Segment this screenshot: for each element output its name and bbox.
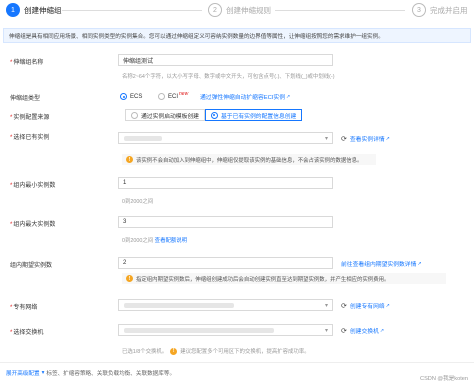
step-2-number: 2 (208, 3, 222, 17)
vpc-select[interactable]: ▾ (118, 299, 333, 311)
step-1-label: 创建伸缩组 (24, 5, 62, 15)
source-template-option[interactable]: 通过实例启动模板创建 (125, 109, 205, 121)
group-name-help: 名称2~64个字符，以大小写字母、数字或中文开头，可包含点号(.)、下划线(_)… (122, 74, 335, 80)
source-existing-instance-option[interactable]: 基于已有实例的配置信息创建 (204, 109, 303, 121)
max-instances-label: *组内最大实例数 (10, 222, 56, 228)
desired-instances-details-link[interactable]: 前往查看组内期望实例数详情 ↗ (341, 259, 422, 269)
external-link-icon: ↗ (417, 260, 422, 267)
required-mark: * (10, 60, 13, 66)
advanced-config-toggle[interactable]: 展开高级配置 ▾ 标签、扩缩容策略、关联负载均衡、关联数据库等。 (6, 369, 175, 377)
eci-autoscale-link[interactable]: 通过弹性伸缩自动扩缩容ECI实例 ↗ (200, 92, 291, 102)
steps-bar: 1 创建伸缩组 2 创建伸缩规则 3 完成并启用 (0, 0, 474, 22)
group-type-ecs-radio[interactable]: ECS (120, 93, 142, 100)
required-mark: * (10, 115, 13, 121)
required-mark: * (10, 222, 13, 228)
quota-info-link[interactable]: 查看配额说明 (155, 238, 187, 244)
min-instances-label: *组内最小实例数 (10, 183, 56, 189)
instance-source-segment: 通过实例启动模板创建 基于已有实例的配置信息创建 (125, 109, 303, 121)
external-link-icon: ↗ (385, 302, 390, 309)
step-3-label: 完成并启用 (430, 5, 468, 15)
refresh-icon[interactable]: ⟳ (341, 327, 347, 335)
chevron-down-icon: ▾ (41, 370, 45, 376)
group-name-input[interactable]: 伸缩组测试 (118, 54, 333, 66)
required-mark: * (10, 330, 13, 336)
radio-unselected-icon (158, 93, 165, 100)
step-1: 1 创建伸缩组 (6, 3, 62, 17)
warning-icon: ! (126, 156, 133, 163)
redacted-value (124, 327, 274, 333)
max-instances-help: 0到2000之间 查看配额说明 (122, 238, 188, 244)
vswitch-select[interactable]: ▾ (118, 324, 333, 336)
min-instances-help: 0到2000之间 (122, 199, 154, 205)
required-mark: * (10, 183, 13, 189)
redacted-value (124, 135, 162, 141)
view-instance-details-link[interactable]: ⟳ 查看实例详情 ↗ (341, 134, 390, 144)
existing-instance-select[interactable]: ▾ (118, 132, 333, 144)
external-link-icon: ↗ (385, 135, 390, 142)
desired-instances-input[interactable]: 2 (118, 257, 333, 269)
group-type-eci-radio[interactable]: ECI new (158, 90, 189, 100)
redacted-value (124, 302, 234, 308)
max-instances-input[interactable]: 3 (118, 216, 333, 228)
advanced-config-desc: 标签、扩缩容策略、关联负载均衡、关联数据库等。 (46, 371, 176, 377)
vpc-label: *专有网络 (10, 305, 38, 311)
required-mark: * (10, 135, 13, 141)
step-3: 3 完成并启用 (412, 3, 468, 17)
watermark: CSDN @我是koten (420, 376, 468, 382)
required-mark: * (10, 305, 13, 311)
step-3-number: 3 (412, 3, 426, 17)
radio-unselected-icon (131, 111, 138, 119)
step-connector (275, 10, 405, 11)
group-type-label: 伸缩组类型 (10, 96, 41, 102)
vswitch-help: 已选1/8个交换机。 ! 建议您配置多个可用区下的交换机，提高扩容成功率。 (122, 347, 310, 355)
desired-instances-label: 组内期望实例数 (10, 263, 53, 269)
min-instances-input[interactable]: 1 (118, 177, 333, 189)
refresh-icon[interactable]: ⟳ (341, 302, 347, 310)
step-connector (62, 10, 202, 11)
external-link-icon: ↗ (286, 93, 291, 100)
step-2-label: 创建伸缩规则 (226, 5, 271, 15)
refresh-icon[interactable]: ⟳ (341, 135, 347, 143)
new-badge: new (179, 90, 189, 97)
vswitch-label: *选择交换机 (10, 330, 44, 336)
advanced-config-label[interactable]: 展开高级配置 (6, 369, 40, 377)
chevron-down-icon: ▾ (324, 136, 328, 142)
existing-instance-warning: ! 该实例不会自动加入到伸缩组中，伸缩组仅提取该实例的基础信息，不会占该实例的数据… (122, 154, 376, 165)
warning-icon: ! (126, 275, 133, 282)
create-vswitch-link[interactable]: ⟳ 创建交换机 ↗ (341, 326, 385, 336)
info-banner: 伸缩组是具有相同应用场景、相同实例类型的实例集合。您可以通过伸缩组定义可容纳实例… (3, 28, 471, 43)
step-2: 2 创建伸缩规则 (208, 3, 271, 17)
divider (0, 362, 474, 363)
radio-selected-icon (120, 93, 127, 100)
chevron-down-icon: ▾ (324, 303, 328, 309)
chevron-down-icon: ▾ (324, 328, 328, 334)
group-name-label: *伸缩组名称 (10, 60, 44, 66)
warning-icon: ! (170, 347, 178, 355)
existing-instance-label: *选择已有实例 (10, 135, 50, 141)
create-vpc-link[interactable]: ⟳ 创建专有网络 ↗ (341, 301, 390, 311)
instance-source-label: *实例配置来源 (10, 115, 50, 121)
step-1-number: 1 (6, 3, 20, 17)
external-link-icon: ↗ (379, 327, 385, 334)
desired-instances-warning: ! 指定组内期望实例数后，伸缩组创建成功后会自动创建实例直至达到期望实例数，并产生… (122, 273, 446, 284)
radio-selected-icon (210, 111, 218, 119)
